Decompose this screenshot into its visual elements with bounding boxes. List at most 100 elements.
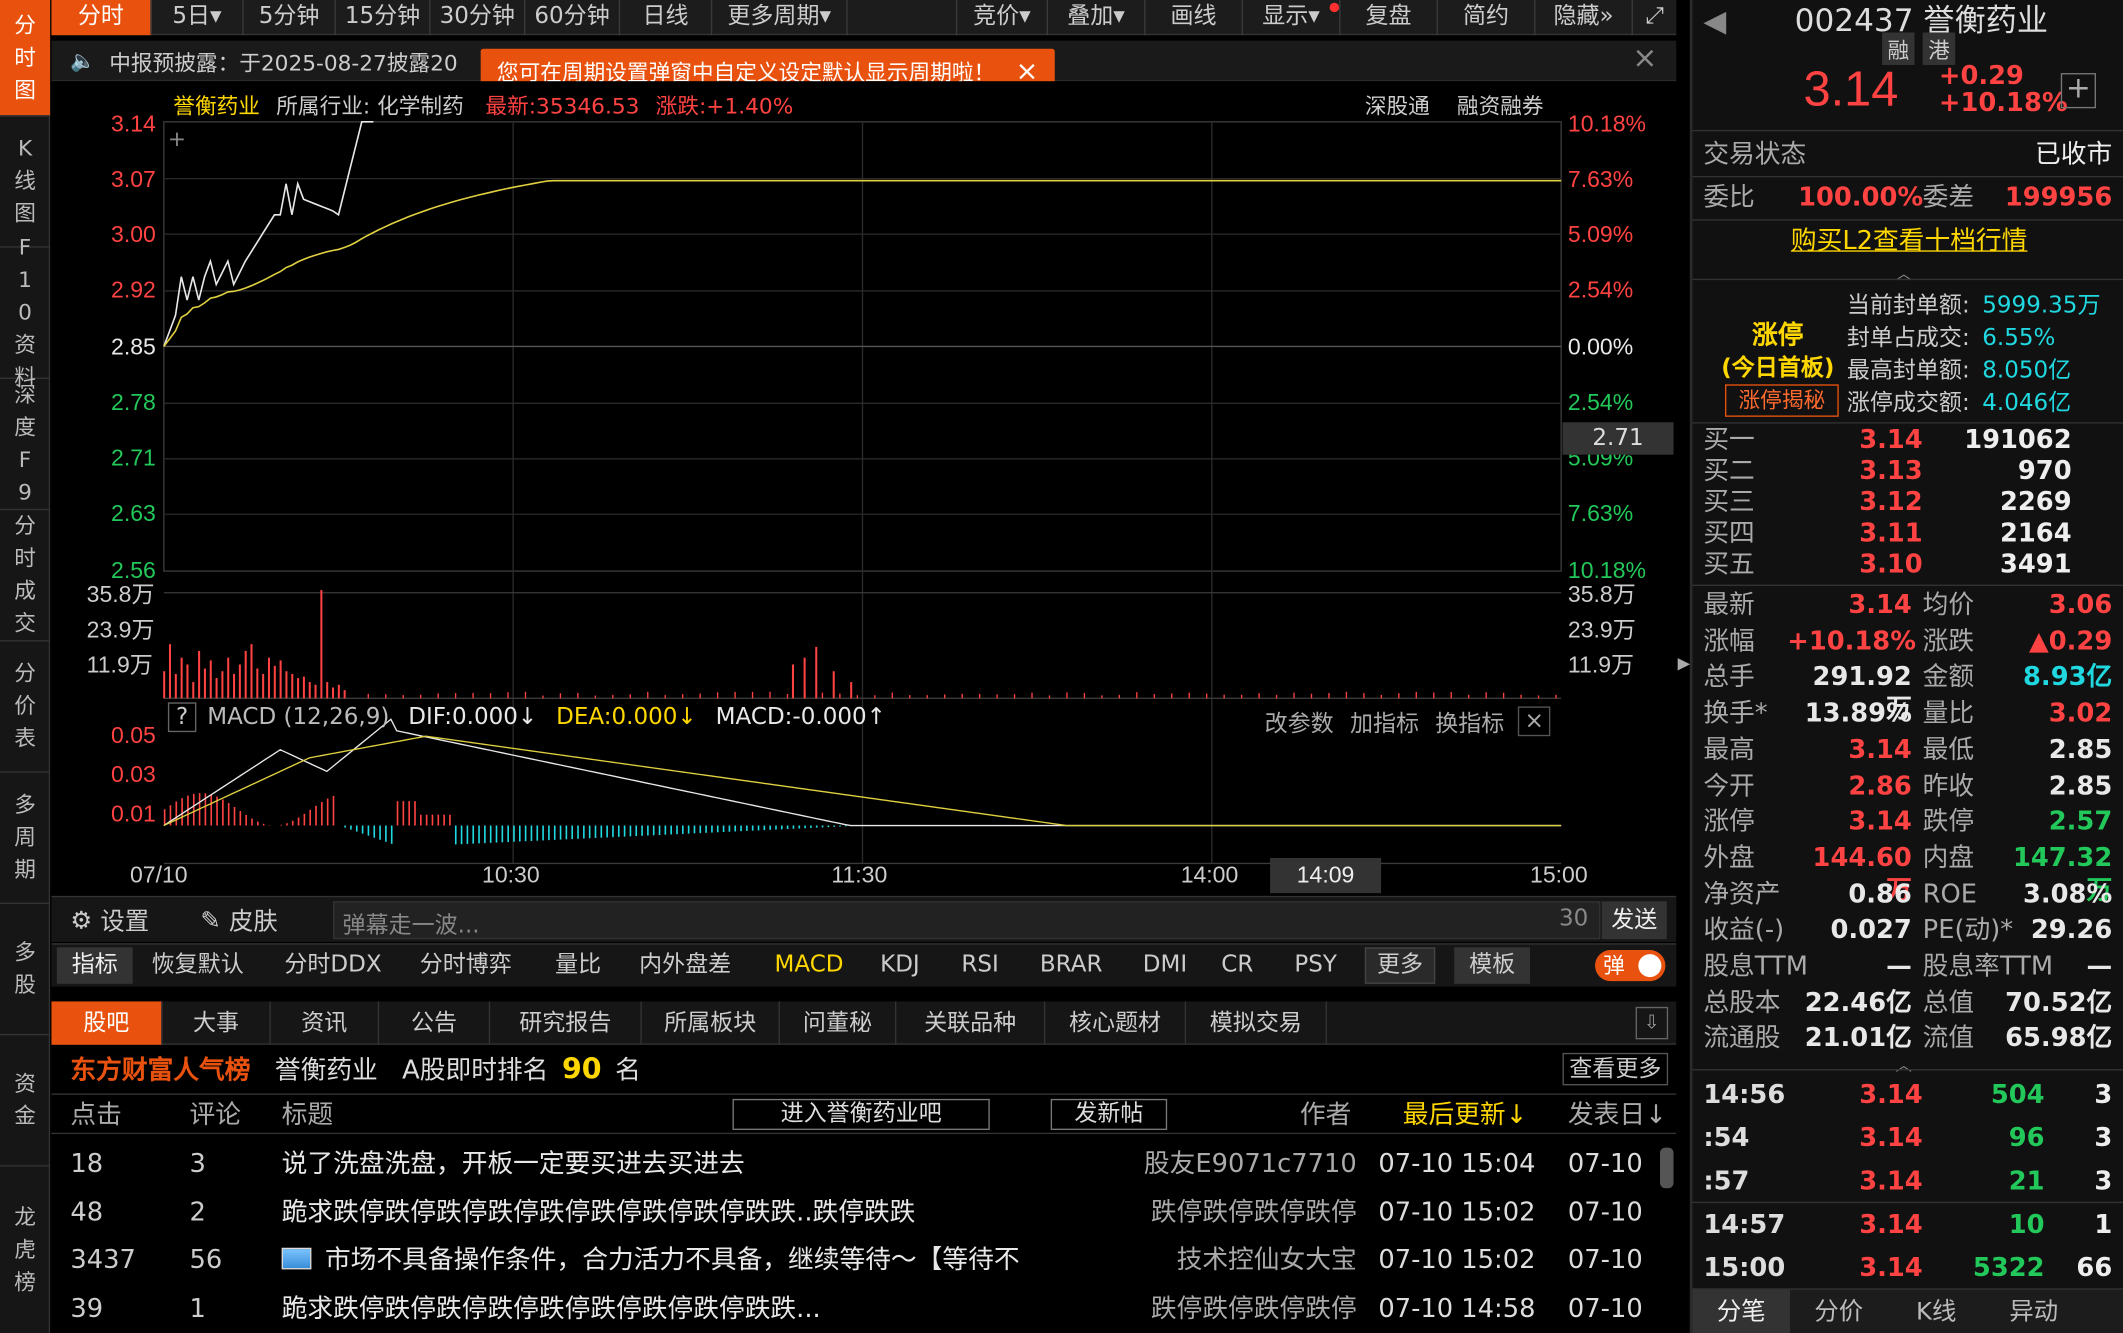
prev-stock-icon[interactable]: ◀ [1703, 5, 1726, 39]
limit-reveal-button[interactable]: 涨停揭秘 [1725, 384, 1839, 416]
tab-30min[interactable]: 30分钟 [431, 0, 526, 35]
tab-sector[interactable]: 所属板块 [642, 1001, 780, 1044]
add-indicator-button[interactable]: 加指标 [1350, 704, 1419, 738]
tab-60min[interactable]: 60分钟 [525, 0, 620, 35]
view-more-button[interactable]: 查看更多 [1563, 1053, 1669, 1085]
forum-tabs: 股吧 大事 资讯 公告 研究报告 所属板块 问董秘 关联品种 核心题材 模拟交易… [51, 1001, 1676, 1044]
macd-bar [362, 826, 364, 834]
tab-news[interactable]: 资讯 [271, 1001, 379, 1044]
buy-l2-link[interactable]: 购买L2查看十档行情 [1693, 225, 2123, 257]
post-author[interactable]: 跌停跌停跌停跌停 [1080, 1196, 1356, 1228]
col-date[interactable]: 发表日↓ [1568, 1099, 1667, 1131]
new-post-button[interactable]: 发新帖 [1051, 1099, 1167, 1130]
tab-5day[interactable]: 5日▾ [152, 0, 244, 35]
post-author[interactable]: 股友E9071c7710 [1080, 1148, 1356, 1180]
auction-button[interactable]: 竞价▾ [956, 0, 1048, 35]
nav-depth[interactable]: 深度F9 [0, 379, 50, 510]
tab-daily[interactable]: 日线 [620, 0, 712, 35]
ind-reset[interactable]: 恢复默认 [152, 945, 244, 986]
nav-kline[interactable]: K线图 [0, 116, 50, 247]
ind-brar[interactable]: BRAR [1040, 945, 1103, 986]
replay-button[interactable]: 复盘 [1340, 0, 1437, 35]
danmu-toggle[interactable]: 弹 [1595, 950, 1665, 981]
tab-related[interactable]: 关联品种 [896, 1001, 1045, 1044]
volume-bar [368, 694, 369, 698]
ind-dmi[interactable]: DMI [1143, 945, 1187, 986]
nav-price-table[interactable]: 分价表 [0, 641, 50, 772]
enter-bar-button[interactable]: 进入誉衡药业吧 [733, 1099, 990, 1130]
template-button[interactable]: 模板 [1454, 947, 1530, 984]
nav-funds[interactable]: 资金 [0, 1035, 50, 1166]
post-title[interactable]: 市场不具备操作条件，合力活力不具备，继续等待～【等待不 [325, 1244, 1083, 1276]
post-title[interactable]: 跪求跌停跌停跌停跌停跌停跌停跌停跌停跌跌..跌停跌跌 [282, 1196, 1081, 1228]
volume-bar [437, 693, 438, 698]
send-button[interactable]: 发送 [1602, 901, 1667, 939]
settings-button[interactable]: ⚙ 设置 [70, 903, 149, 938]
collapse-down-icon[interactable]: ︿ [1896, 1053, 1912, 1076]
ind-kdj[interactable]: KDJ [880, 945, 920, 986]
indicator-label[interactable]: 指标 [57, 947, 133, 984]
display-button[interactable]: 显示▾ [1243, 0, 1340, 35]
volume-bar [595, 696, 596, 699]
stat-label: 涨停 [1703, 805, 1754, 837]
macd-help-icon[interactable]: ? [168, 702, 196, 732]
nav-fenshi[interactable]: 分时图 [0, 0, 50, 116]
fullscreen-icon[interactable]: ⤢ [1633, 0, 1676, 35]
post-author[interactable]: 技术控仙女大宝 [1080, 1244, 1356, 1276]
macd-bar [635, 826, 637, 837]
switch-indicator-button[interactable]: 换指标 [1435, 704, 1504, 738]
tab-price-dist[interactable]: 分价 [1790, 1290, 1887, 1333]
tab-research[interactable]: 研究报告 [490, 1001, 642, 1044]
tab-15min[interactable]: 15分钟 [336, 0, 431, 35]
post-author[interactable]: 跌停跌停跌停跌停 [1080, 1292, 1356, 1324]
tab-events[interactable]: 大事 [162, 1001, 270, 1044]
tab-more-periods[interactable]: 更多周期▾ [712, 0, 847, 35]
tab-announce[interactable]: 公告 [379, 1001, 490, 1044]
post-title[interactable]: 跪求跌停跌停跌停跌停跌停跌停跌停跌停跌跌... [282, 1292, 1081, 1324]
ind-rsi[interactable]: RSI [961, 945, 998, 986]
overlay-button[interactable]: 叠加▾ [1048, 0, 1145, 35]
tab-sim-trade[interactable]: 模拟交易 [1186, 1001, 1327, 1044]
ind-macd[interactable]: MACD [774, 945, 843, 986]
tab-guba[interactable]: 股吧 [51, 1001, 162, 1044]
ind-ddx[interactable]: 分时DDX [284, 945, 381, 986]
tab-5min[interactable]: 5分钟 [244, 0, 336, 35]
ind-inout[interactable]: 内外盘差 [639, 945, 731, 986]
ind-cr[interactable]: CR [1221, 945, 1253, 986]
add-watchlist-icon[interactable]: + [2061, 73, 2096, 108]
draw-button[interactable]: 画线 [1145, 0, 1242, 35]
macd-name[interactable]: MACD (12,26,9) [207, 704, 389, 731]
collapse-up-icon[interactable]: ︿ [1896, 261, 1912, 284]
ind-psy[interactable]: PSY [1294, 945, 1337, 986]
col-updated[interactable]: 最后更新↓ [1403, 1099, 1527, 1131]
tab-kline-mini[interactable]: K线 [1887, 1290, 1984, 1333]
simple-button[interactable]: 简约 [1438, 0, 1535, 35]
tab-ticks[interactable]: 分笔 [1693, 1290, 1790, 1333]
forum-scrollbar[interactable] [1660, 1148, 1674, 1189]
macd-close-icon[interactable]: × [1518, 706, 1551, 736]
nav-dragon-tiger[interactable]: 龙虎榜 [0, 1167, 50, 1333]
y-left-8: 2.56 [111, 558, 156, 585]
danmu-input[interactable]: 弹幕走一波... 30 [333, 901, 1600, 939]
notice-text[interactable]: 中报预披露：于2025-08-27披露20 [109, 45, 457, 77]
skin-button[interactable]: ✎ 皮肤 [200, 903, 277, 938]
tab-secretary[interactable]: 问董秘 [780, 1001, 896, 1044]
nav-f10[interactable]: F10资料 [0, 248, 50, 379]
post-title[interactable]: 说了洗盘洗盘，开板一定要买进去买进去 [282, 1148, 1081, 1180]
ind-game[interactable]: 分时博弈 [420, 945, 512, 986]
ind-more[interactable]: 更多 [1365, 947, 1435, 984]
tab-themes[interactable]: 核心题材 [1045, 1001, 1186, 1044]
panel-toggle-icon[interactable]: ▶ [1678, 636, 1690, 690]
ind-volratio[interactable]: 量比 [555, 945, 601, 986]
tab-fenshi[interactable]: 分时 [51, 0, 151, 35]
nav-multi-stock[interactable]: 多股 [0, 904, 50, 1035]
hide-button[interactable]: 隐藏» [1535, 0, 1632, 35]
tick-time: 14:56 [1703, 1079, 1785, 1111]
edit-params-button[interactable]: 改参数 [1265, 704, 1334, 738]
nav-ticks[interactable]: 分时成交 [0, 510, 50, 641]
nav-multi-period[interactable]: 多周期 [0, 773, 50, 904]
intraday-chart[interactable]: 誉衡药业 所属行业: 化学制药 最新:35346.53 涨跌:+1.40% 深股… [51, 81, 1676, 893]
tab-anomaly[interactable]: 异动 [1985, 1290, 2082, 1333]
notice-close-icon[interactable]: × [1632, 42, 1657, 76]
collapse-icon[interactable]: ⇩ [1636, 1007, 1668, 1039]
